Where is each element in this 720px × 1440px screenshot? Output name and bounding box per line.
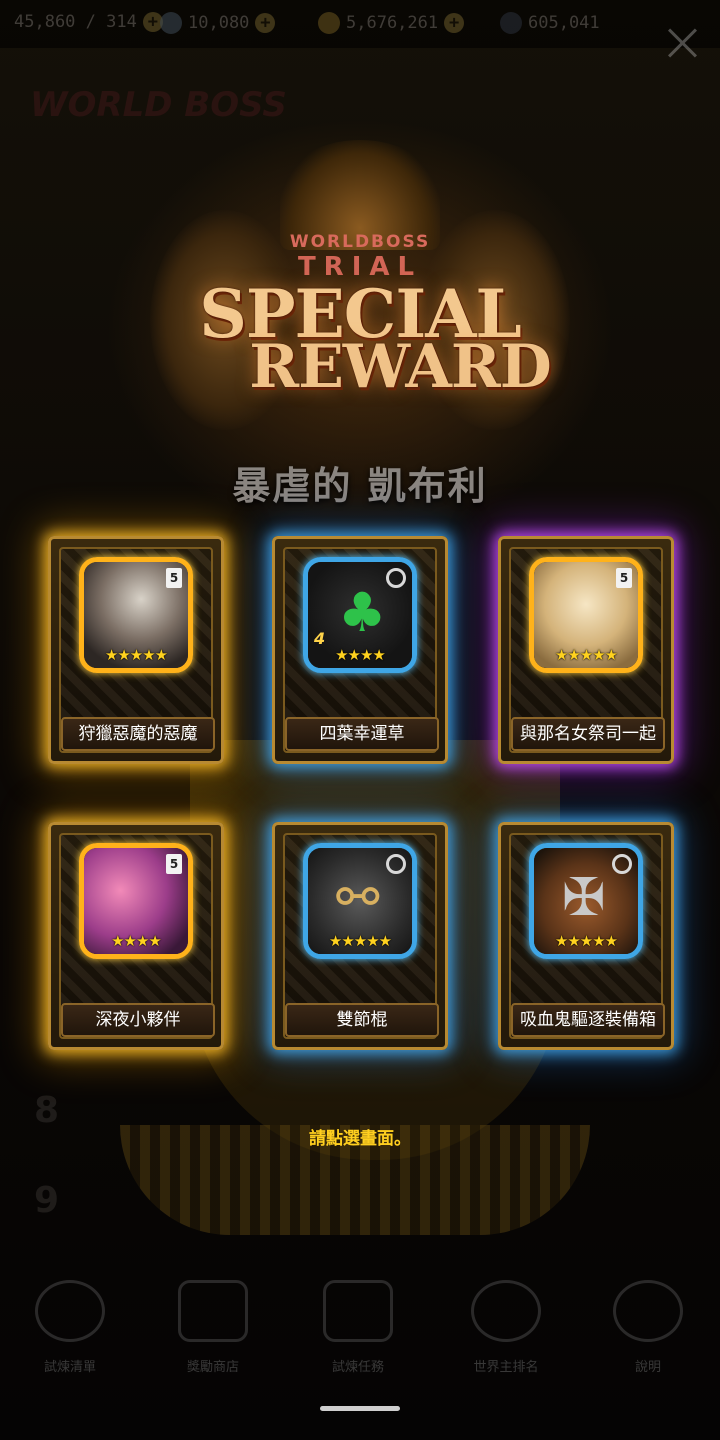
resource-bar: 45,860 / 314 + 10,080 + 5,676,261 + 605,… [0,0,720,48]
bottom-nav: 試煉清單 獎勵商店 試煉任務 世界主排名 說明 [0,1280,720,1390]
background-world-boss-logo: WORLD BOSS [30,85,287,125]
gold-value: 5,676,261 [346,13,439,33]
nunchaku-icon: ⚯ [336,868,380,928]
reward-card[interactable]: 5 ★★★★ 深夜小夥伴 [48,822,224,1050]
star-rating: ★★★★ [111,932,162,950]
nav-label: 獎勵商店 [186,1360,239,1375]
nav-label: 試煉清單 [43,1360,96,1375]
gem-icon [160,12,182,34]
reward-name: 與那名女祭司一起 [511,717,665,751]
star-rating: ★★★★★ [554,646,618,664]
reward-icon-frame: ⚯ ★★★★★ [303,843,417,959]
reward-name: 雙節棍 [285,1003,439,1037]
star-rating: ★★★★★ [554,932,618,950]
ranking-icon [471,1280,541,1342]
add-gold-button[interactable]: + [444,13,465,33]
ring-icon [386,568,406,588]
nav-ranking[interactable]: 世界主排名 [446,1280,566,1375]
reward-name: 吸血鬼驅逐裝備箱 [511,1003,665,1037]
reward-card[interactable]: 5 ★★★★★ 與那名女祭司一起 [498,536,674,764]
reward-card[interactable]: ✠ ★★★★★ 吸血鬼驅逐裝備箱 [498,822,674,1050]
special-reward-emblem: WORLDBOSS TRIAL SPECIAL REWARD [150,140,570,450]
reward-card[interactable]: ⚯ ★★★★★ 雙節棍 [272,822,448,1050]
card-badge: 5 [616,568,632,588]
star-rating: ★★★★ [335,646,386,664]
token-resource: 605,041 [500,12,600,34]
reward-name: 四葉幸運草 [285,717,439,751]
nav-trial-list[interactable]: 試煉清單 [10,1280,130,1375]
stamina-resource: 45,860 / 314 + [14,12,163,32]
nav-info[interactable]: 說明 [588,1280,708,1375]
gift-icon [178,1280,248,1342]
add-gem-button[interactable]: + [255,13,276,33]
gold-icon [318,12,340,34]
token-value: 605,041 [528,13,600,33]
reward-card[interactable]: 5 ★★★★★ 狩獵惡魔的惡魔 [48,536,224,764]
home-indicator[interactable] [320,1406,400,1411]
reward-icon-frame: ♣ 4 ★★★★ [303,557,417,673]
ring-icon [386,854,406,874]
clover-icon: ♣ [338,581,387,644]
reward-name: 狩獵惡魔的惡魔 [61,717,215,751]
gold-resource: 5,676,261 + [318,12,465,34]
reward-name: 深夜小夥伴 [61,1003,215,1037]
nav-label: 說明 [634,1360,661,1375]
reward-icon-frame: 5 ★★★★ [79,843,193,959]
gem-value: 10,080 [188,13,250,33]
star-rating: ★★★★★ [104,646,168,664]
reward-icon-frame: 5 ★★★★★ [79,557,193,673]
ring-icon [612,854,632,874]
worldboss-text: WORLDBOSS [289,232,431,252]
nav-trial-mission[interactable]: 試煉任務 [298,1280,418,1375]
world-boss-icon [35,1280,105,1342]
stamina-value: 45,860 / 314 [14,12,137,32]
boss-name: 暴虐的 凱布利 [232,464,488,508]
card-badge: 5 [166,854,182,874]
tap-screen-hint: 請點選畫面。 [309,1129,411,1149]
equipment-chest-icon: ✠ [562,868,606,928]
mission-icon [323,1280,393,1342]
gem-resource: 10,080 + [160,12,276,34]
info-icon [613,1280,683,1342]
reward-icon-frame: 5 ★★★★★ [529,557,643,673]
reward-icon-frame: ✠ ★★★★★ [529,843,643,959]
reward-text: REWARD [249,332,552,402]
reward-card[interactable]: ♣ 4 ★★★★ 四葉幸運草 [272,536,448,764]
close-icon[interactable] [664,24,700,60]
nav-label: 試煉任務 [331,1360,384,1375]
star-rating: ★★★★★ [328,932,392,950]
card-badge: 5 [166,568,182,588]
background-rank-number: 9 [34,1180,60,1221]
token-icon [500,12,522,34]
nav-label: 世界主排名 [473,1360,539,1375]
nav-reward-shop[interactable]: 獎勵商店 [153,1280,273,1375]
